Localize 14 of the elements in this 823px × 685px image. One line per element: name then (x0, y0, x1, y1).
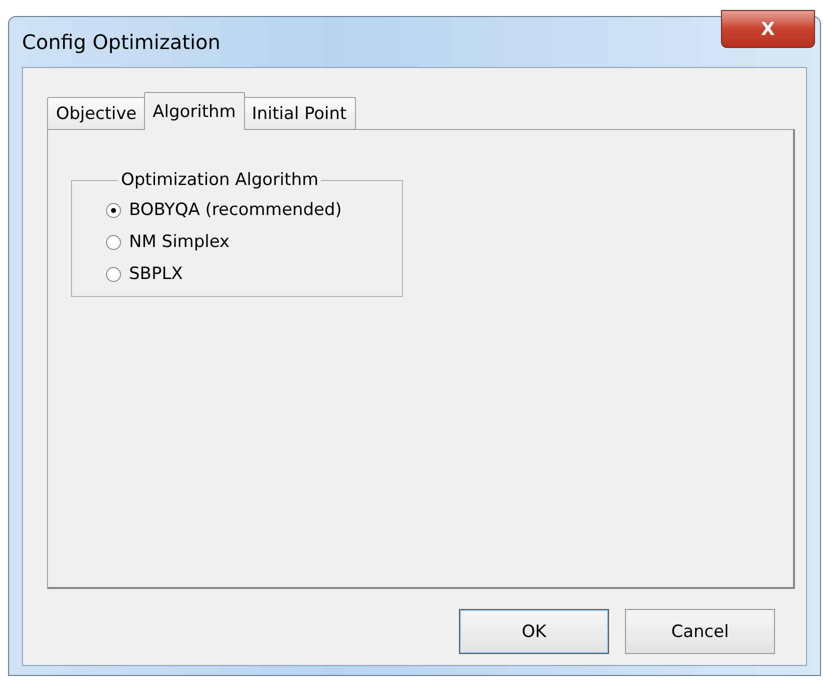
radio-button[interactable] (106, 202, 121, 218)
radio-label: SBPLX (129, 264, 183, 284)
window-title: Config Optimization (22, 30, 220, 54)
radio-button[interactable] (106, 266, 121, 282)
tab[interactable]: Initial Point (242, 97, 356, 130)
radio-button[interactable] (106, 234, 121, 250)
radio-label: BOBYQA (recommended) (129, 200, 342, 220)
ok-button[interactable]: OK (459, 609, 609, 654)
cancel-button[interactable]: Cancel (625, 609, 775, 654)
tab[interactable]: Objective (47, 97, 146, 130)
tab[interactable]: Algorithm (144, 92, 245, 130)
radio-label: NM Simplex (129, 232, 230, 252)
close-button[interactable]: X (721, 10, 815, 48)
group-title: Optimization Algorithm (120, 170, 320, 190)
